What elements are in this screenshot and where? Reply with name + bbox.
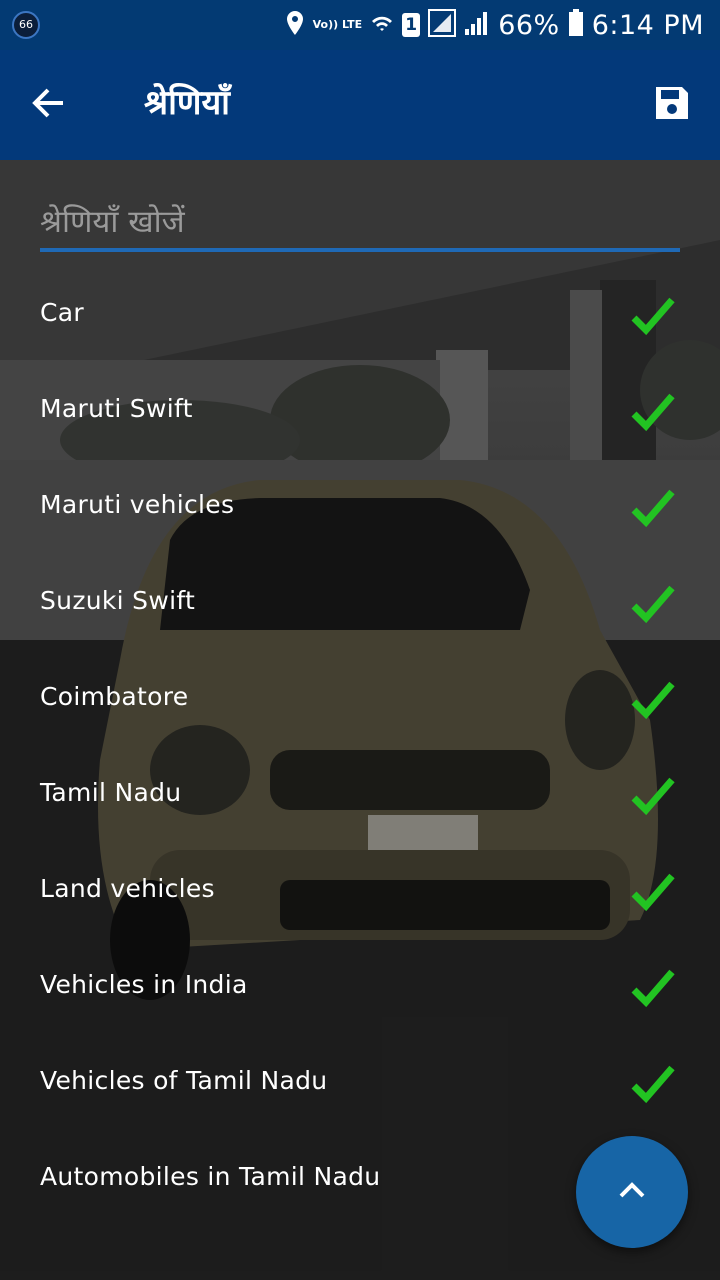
category-label: Land vehicles bbox=[40, 874, 215, 903]
categories-screen: 66 Vo)) LTE 1 66% 6:14 PM श्रेणियाँ श्रे… bbox=[0, 0, 720, 1280]
list-item[interactable]: Coimbatore bbox=[0, 652, 720, 748]
list-item[interactable]: Car bbox=[0, 268, 720, 364]
search-input[interactable] bbox=[40, 196, 680, 248]
status-icons: Vo)) LTE 1 66% 6:14 PM bbox=[285, 0, 704, 50]
sim-slot-indicator: 1 bbox=[402, 13, 421, 37]
battery-percentage: 66% bbox=[498, 9, 560, 41]
wifi-icon bbox=[370, 11, 394, 39]
scroll-to-top-button[interactable] bbox=[576, 1136, 688, 1248]
category-label: Maruti Swift bbox=[40, 394, 193, 423]
list-item[interactable]: Vehicles in India bbox=[0, 940, 720, 1036]
checkmark-icon bbox=[630, 870, 676, 914]
checkmark-icon bbox=[630, 774, 676, 818]
category-list: Car Maruti Swift Maruti vehicles Suzuki … bbox=[0, 268, 720, 1228]
list-item[interactable]: Maruti Swift bbox=[0, 364, 720, 460]
list-item[interactable]: Land vehicles bbox=[0, 844, 720, 940]
chevron-up-icon bbox=[617, 1180, 647, 1204]
battery-icon bbox=[568, 9, 584, 41]
category-label: Tamil Nadu bbox=[40, 778, 182, 807]
volte-indicator: Vo)) LTE bbox=[312, 18, 363, 31]
clock: 6:14 PM bbox=[591, 9, 704, 41]
category-label: Car bbox=[40, 298, 84, 327]
category-label: Coimbatore bbox=[40, 682, 189, 711]
category-search bbox=[40, 196, 680, 252]
category-label: Maruti vehicles bbox=[40, 490, 235, 519]
list-item[interactable]: Maruti vehicles bbox=[0, 460, 720, 556]
category-label: Vehicles in India bbox=[40, 970, 248, 999]
list-item[interactable]: Tamil Nadu bbox=[0, 748, 720, 844]
list-item[interactable]: Vehicles of Tamil Nadu bbox=[0, 1036, 720, 1132]
app-toolbar: श्रेणियाँ bbox=[0, 50, 720, 160]
signal-strength-icon bbox=[428, 9, 457, 41]
category-label: Vehicles of Tamil Nadu bbox=[40, 1066, 328, 1095]
signal-bars-icon bbox=[464, 11, 490, 39]
save-button[interactable] bbox=[640, 75, 704, 135]
checkmark-icon bbox=[630, 294, 676, 338]
status-bar: 66 Vo)) LTE 1 66% 6:14 PM bbox=[0, 0, 720, 50]
checkmark-icon bbox=[630, 486, 676, 530]
page-title: श्रेणियाँ bbox=[144, 83, 230, 123]
checkmark-icon bbox=[630, 582, 676, 626]
checkmark-icon bbox=[630, 390, 676, 434]
checkmark-icon bbox=[630, 1062, 676, 1106]
list-item[interactable]: Suzuki Swift bbox=[0, 556, 720, 652]
category-label: Automobiles in Tamil Nadu bbox=[40, 1162, 381, 1191]
floppy-disk-icon bbox=[653, 84, 691, 126]
back-button[interactable] bbox=[16, 75, 80, 135]
checkmark-icon bbox=[630, 966, 676, 1010]
notification-badge: 66 bbox=[12, 11, 40, 39]
category-label: Suzuki Swift bbox=[40, 586, 196, 615]
arrow-left-icon bbox=[30, 87, 66, 123]
location-icon bbox=[285, 10, 305, 40]
checkmark-icon bbox=[630, 678, 676, 722]
search-underline bbox=[40, 248, 680, 252]
